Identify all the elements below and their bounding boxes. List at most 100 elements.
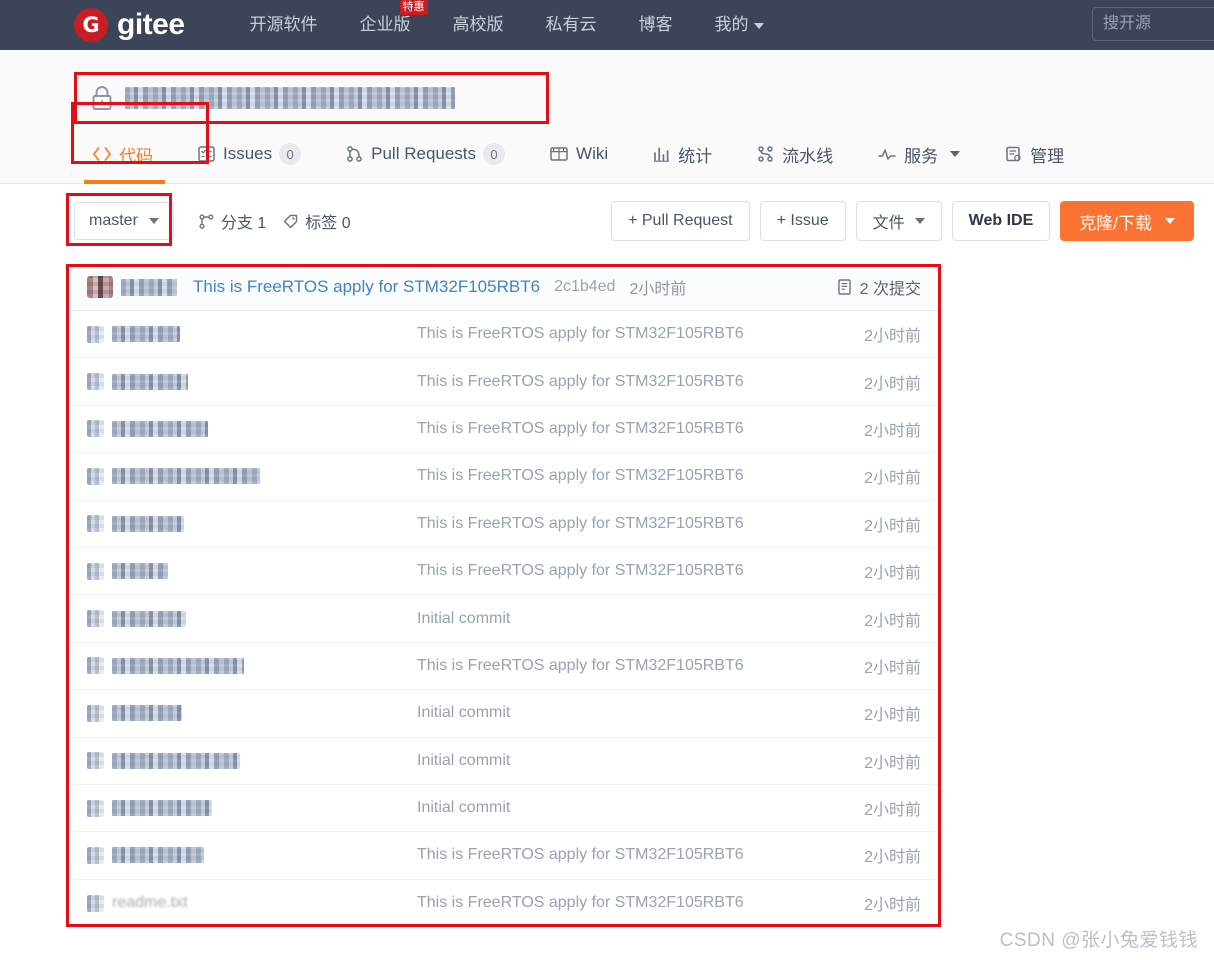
tab-services[interactable]: 服务 xyxy=(855,124,982,184)
file-commit-time: 2小时前 xyxy=(864,422,921,440)
table-row[interactable]: This is FreeRTOS apply for STM32F105RBT6… xyxy=(67,643,941,691)
chevron-down-icon xyxy=(753,22,764,29)
file-name-obscured[interactable] xyxy=(112,752,240,769)
new-pull-request-button[interactable]: + Pull Request xyxy=(611,201,750,241)
latest-commit-hash[interactable]: 2c1b4ed xyxy=(554,278,615,296)
files-dropdown-button[interactable]: 文件 xyxy=(855,201,942,241)
file-name-obscured[interactable] xyxy=(112,563,168,580)
pull-request-icon xyxy=(345,145,364,163)
file-icon xyxy=(87,704,104,722)
table-row[interactable]: Initial commit 2小时前 xyxy=(67,738,941,785)
csdn-watermark: CSDN @张小兔爱钱钱 xyxy=(999,930,1198,951)
tab-label: 统计 xyxy=(678,146,713,166)
file-name-cell[interactable] xyxy=(87,704,417,722)
file-name-cell[interactable] xyxy=(87,325,417,343)
clone-download-button[interactable]: 克隆/下载 xyxy=(1060,201,1194,241)
tab-label: 服务 xyxy=(904,146,939,166)
table-row[interactable]: This is FreeRTOS apply for STM32F105RBT6… xyxy=(67,501,941,548)
gitee-logo[interactable]: G gitee xyxy=(74,8,185,42)
nav-link-mine[interactable]: 我的 xyxy=(694,0,785,50)
table-row[interactable]: This is FreeRTOS apply for STM32F105RBT6… xyxy=(67,358,941,406)
file-commit-time: 2小时前 xyxy=(864,470,921,488)
nav-link-open-source[interactable]: 开源软件 xyxy=(229,0,339,50)
settings-icon xyxy=(1004,145,1023,163)
issue-icon xyxy=(197,145,216,163)
table-row[interactable]: Initial commit 2小时前 xyxy=(67,690,941,738)
table-row[interactable]: readme.txt This is FreeRTOS apply for ST… xyxy=(67,880,941,927)
tab-statistics[interactable]: 统计 xyxy=(630,124,734,184)
latest-commit-message[interactable]: This is FreeRTOS apply for STM32F105RBT6 xyxy=(193,277,540,297)
file-name-cell[interactable] xyxy=(87,752,417,770)
nav-link-blog[interactable]: 博客 xyxy=(618,0,694,50)
tab-manage[interactable]: 管理 xyxy=(982,124,1086,184)
tab-label: 管理 xyxy=(1030,146,1065,166)
file-name-cell[interactable] xyxy=(87,846,417,864)
tab-wiki[interactable]: Wiki xyxy=(527,124,630,184)
nav-link-private-cloud[interactable]: 私有云 xyxy=(525,0,618,50)
file-name-cell[interactable]: readme.txt xyxy=(87,894,417,912)
tab-code[interactable]: 代码 xyxy=(74,124,175,184)
chevron-down-icon xyxy=(148,218,159,224)
file-name-obscured[interactable] xyxy=(112,705,182,722)
nav-link-edu[interactable]: 高校版 xyxy=(432,0,525,50)
folder-icon xyxy=(87,467,104,485)
file-commit-time: 2小时前 xyxy=(864,707,921,725)
file-name-obscured[interactable] xyxy=(112,420,208,437)
table-row[interactable]: Initial commit 2小时前 xyxy=(67,785,941,833)
table-row[interactable]: This is FreeRTOS apply for STM32F105RBT6… xyxy=(67,406,941,454)
file-name-cell[interactable] xyxy=(87,799,417,817)
latest-commit-time: 2小时前 xyxy=(629,281,687,298)
branches-link[interactable]: 分支 1 xyxy=(198,209,266,233)
nav-link-label: 我的 xyxy=(714,15,749,34)
tags-label: 标签 0 xyxy=(305,215,351,232)
file-name-cell[interactable] xyxy=(87,657,417,675)
file-name-cell[interactable] xyxy=(87,420,417,438)
tab-pull-requests[interactable]: Pull Requests 0 xyxy=(323,124,527,184)
file-name-obscured[interactable] xyxy=(112,610,186,627)
tab-label: 流水线 xyxy=(782,146,834,166)
folder-icon xyxy=(87,420,104,438)
file-name-obscured[interactable] xyxy=(112,373,188,390)
web-ide-button[interactable]: Web IDE xyxy=(951,201,1051,241)
file-name-obscured[interactable] xyxy=(112,800,212,817)
file-commit-message: Initial commit xyxy=(417,799,511,817)
file-commit-time: 2小时前 xyxy=(864,802,921,820)
tab-issues[interactable]: Issues 0 xyxy=(175,124,323,184)
file-name-cell[interactable] xyxy=(87,467,417,485)
file-name-cell[interactable] xyxy=(87,562,417,580)
commit-count-link[interactable]: 2 次提交 xyxy=(836,275,927,299)
toolbar-actions: + Pull Request + Issue 文件 Web IDE 克隆/下载 xyxy=(611,201,1194,241)
files-dropdown-label: 文件 xyxy=(872,215,905,232)
repository-toolbar: master 分支 1 标签 0 + Pull Request + Issue xyxy=(0,184,1214,258)
file-name-obscured[interactable] xyxy=(112,657,244,674)
avatar[interactable] xyxy=(87,276,113,298)
table-row[interactable]: Initial commit 2小时前 xyxy=(67,595,941,643)
nav-link-enterprise[interactable]: 企业版 特惠 xyxy=(339,0,432,50)
latest-commit-header: This is FreeRTOS apply for STM32F105RBT6… xyxy=(67,264,941,311)
table-row[interactable]: This is FreeRTOS apply for STM32F105RBT6… xyxy=(67,453,941,501)
file-icon xyxy=(87,752,104,770)
tag-icon xyxy=(282,213,299,230)
file-name-obscured[interactable] xyxy=(112,468,260,485)
table-row[interactable]: This is FreeRTOS apply for STM32F105RBT6… xyxy=(67,548,941,596)
search-input[interactable] xyxy=(1092,7,1214,41)
file-name-cell[interactable] xyxy=(87,610,417,628)
file-name-obscured[interactable] xyxy=(112,326,180,343)
nav-link-label: 高校版 xyxy=(452,15,504,34)
file-name-obscured[interactable] xyxy=(112,847,204,864)
table-row[interactable]: This is FreeRTOS apply for STM32F105RBT6… xyxy=(67,311,941,359)
new-issue-button[interactable]: + Issue xyxy=(759,201,846,241)
file-icon xyxy=(87,799,104,817)
commit-author-obscured[interactable] xyxy=(121,278,177,296)
file-commit-time: 2小时前 xyxy=(864,754,921,772)
repository-name-obscured[interactable] xyxy=(125,87,455,109)
table-row[interactable]: This is FreeRTOS apply for STM32F105RBT6… xyxy=(67,832,941,880)
book-icon xyxy=(549,145,569,163)
file-name-cell[interactable] xyxy=(87,515,417,533)
tags-link[interactable]: 标签 0 xyxy=(282,209,351,233)
branch-selector[interactable]: master xyxy=(74,202,174,240)
file-name-obscured[interactable] xyxy=(112,515,184,532)
file-name-readme[interactable]: readme.txt xyxy=(112,894,188,912)
file-name-cell[interactable] xyxy=(87,373,417,391)
tab-pipeline[interactable]: 流水线 xyxy=(734,124,855,184)
